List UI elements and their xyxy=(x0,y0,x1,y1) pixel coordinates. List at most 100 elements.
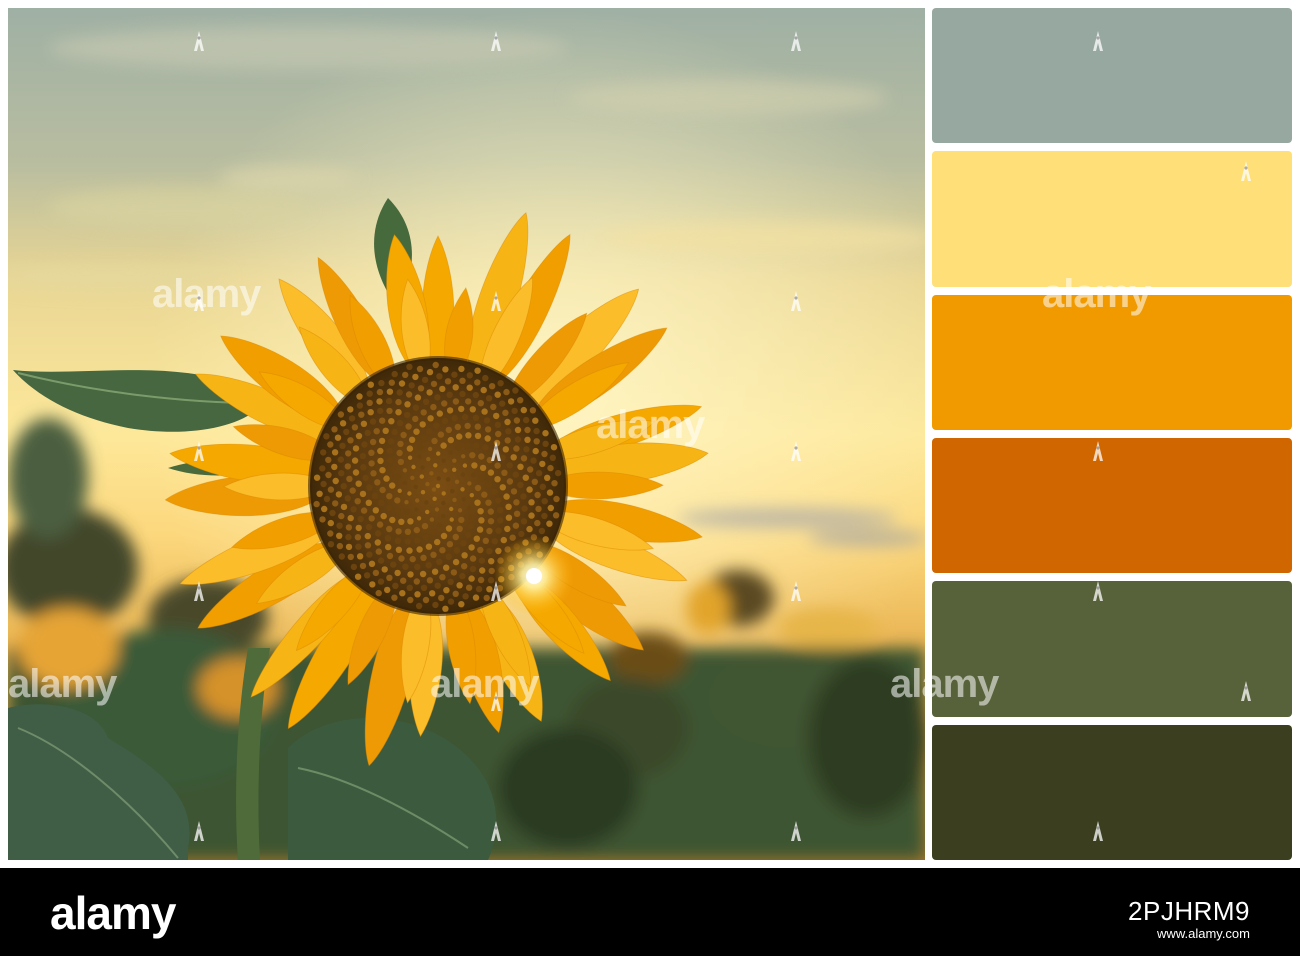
floret xyxy=(472,594,480,601)
watermark-logo-icon xyxy=(490,820,502,842)
floret xyxy=(505,514,513,521)
floret xyxy=(320,480,327,488)
floret xyxy=(327,486,335,493)
floret xyxy=(351,424,359,431)
floret xyxy=(372,507,379,514)
floret xyxy=(377,557,385,564)
floret xyxy=(413,526,420,534)
floret xyxy=(469,565,477,573)
floret xyxy=(494,462,501,469)
floret xyxy=(405,423,412,430)
floret xyxy=(441,400,448,407)
floret xyxy=(425,543,433,550)
floret xyxy=(535,505,542,513)
floret xyxy=(471,462,478,469)
floret xyxy=(523,446,530,453)
floret xyxy=(404,500,409,505)
floret xyxy=(397,488,402,493)
floret xyxy=(419,474,424,479)
floret xyxy=(368,449,375,456)
watermark-logo-icon xyxy=(193,580,205,602)
floret xyxy=(395,409,402,416)
floret xyxy=(510,488,518,495)
watermark-logo-icon xyxy=(1240,680,1252,702)
floret xyxy=(487,518,495,525)
watermark-logo-icon xyxy=(790,440,802,462)
floret xyxy=(368,560,376,567)
floret xyxy=(553,495,560,503)
floret xyxy=(490,403,497,411)
watermark-logo-icon xyxy=(490,440,502,462)
floret xyxy=(354,498,361,505)
floret xyxy=(502,409,509,416)
floret xyxy=(434,582,441,589)
floret xyxy=(478,453,485,460)
floret xyxy=(386,407,393,415)
floret xyxy=(409,555,416,563)
floret xyxy=(434,507,440,512)
floret xyxy=(485,395,493,402)
floret xyxy=(346,475,353,483)
floret xyxy=(422,534,430,541)
floret xyxy=(363,572,371,579)
floret xyxy=(474,499,481,506)
floret xyxy=(461,497,466,502)
floret xyxy=(321,505,328,513)
floret xyxy=(451,371,458,378)
watermark-logo-icon xyxy=(1092,580,1104,602)
floret xyxy=(433,463,438,468)
floret xyxy=(441,500,446,506)
floret xyxy=(497,517,504,524)
floret xyxy=(389,465,396,473)
floret xyxy=(455,444,462,451)
floret xyxy=(431,568,439,575)
floret xyxy=(395,546,403,553)
floret xyxy=(466,384,473,391)
floret xyxy=(407,518,414,525)
floret xyxy=(474,367,481,374)
floret xyxy=(486,548,493,555)
floret xyxy=(404,538,411,545)
floret xyxy=(403,508,410,515)
floret xyxy=(513,445,520,452)
floret xyxy=(436,476,441,481)
floret xyxy=(462,463,468,468)
floret xyxy=(464,422,471,430)
floret xyxy=(420,584,428,591)
floret xyxy=(380,512,387,520)
floret xyxy=(429,590,436,597)
floret xyxy=(524,426,531,434)
floret xyxy=(510,454,517,461)
site-url-label: www.alamy.com xyxy=(1157,926,1250,941)
floret xyxy=(350,506,357,513)
floret xyxy=(475,585,483,593)
floret xyxy=(451,415,458,422)
floret xyxy=(469,555,477,562)
floret xyxy=(329,509,336,517)
floret xyxy=(520,406,527,414)
floret xyxy=(488,558,495,565)
floret xyxy=(386,574,393,581)
floret xyxy=(547,464,554,472)
floret xyxy=(484,426,492,433)
floret xyxy=(438,594,445,602)
floret xyxy=(497,380,504,387)
floret xyxy=(460,539,467,547)
floret xyxy=(376,388,384,396)
floret xyxy=(481,408,488,415)
floret xyxy=(422,398,430,405)
floret xyxy=(447,598,455,605)
floret xyxy=(520,518,528,525)
floret xyxy=(374,479,381,486)
floret xyxy=(546,489,554,496)
floret xyxy=(367,409,374,416)
floret xyxy=(430,403,437,411)
floret xyxy=(541,450,548,458)
floret xyxy=(436,410,443,417)
floret xyxy=(384,586,391,594)
floret xyxy=(325,471,332,479)
floret xyxy=(449,517,454,522)
floret xyxy=(397,440,404,448)
floret xyxy=(374,539,381,546)
floret xyxy=(417,385,425,392)
